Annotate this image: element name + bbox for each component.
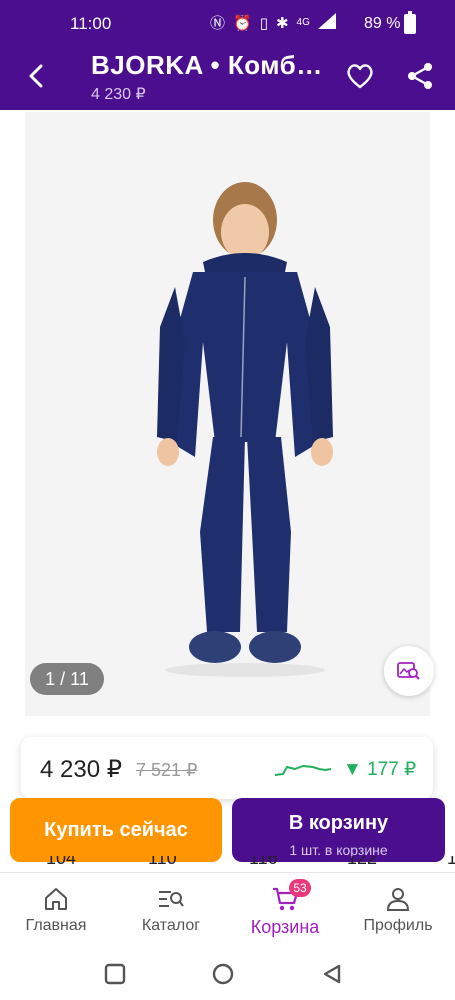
kid-in-jumpsuit-photo	[25, 112, 430, 716]
recents-icon	[104, 963, 126, 985]
nav-cart-label: Корзина	[250, 917, 320, 937]
product-image[interactable]	[25, 112, 430, 716]
system-navigation	[0, 948, 455, 1000]
size-chip[interactable]: 110	[148, 856, 177, 869]
back-button[interactable]	[18, 58, 54, 94]
recents-button[interactable]	[101, 960, 129, 988]
bottom-navigation: Главная Каталог 53 Корзина Профиль	[0, 872, 455, 948]
nfc-icon: Ⓝ	[210, 15, 226, 32]
price-card[interactable]: 4 230 ₽ 7 521 ₽ ▼ 177 ₽	[21, 737, 433, 799]
nav-home[interactable]: Главная	[16, 873, 96, 949]
home-circle-icon	[212, 963, 234, 985]
app-header: BJORKA • Комб… 4 230 ₽	[0, 44, 455, 110]
back-triangle-icon	[323, 964, 341, 984]
size-chip[interactable]: 116	[249, 856, 278, 869]
cart-badge: 53	[289, 879, 311, 897]
profile-icon	[386, 885, 410, 913]
image-search-icon	[397, 662, 420, 680]
old-price: 7 521 ₽	[136, 760, 198, 780]
buy-now-button[interactable]: Купить сейчас	[10, 798, 222, 862]
signal-icon	[317, 12, 336, 33]
home-icon	[43, 885, 69, 913]
share-button[interactable]	[402, 58, 438, 94]
visual-search-button[interactable]	[384, 646, 434, 696]
current-price: 4 230 ₽	[40, 756, 122, 783]
status-bar: 11:00 Ⓝ ⏰ ▯ ✱ 4G 89 %	[0, 0, 455, 44]
alarm-icon: ⏰	[233, 14, 252, 32]
cart-icon: 53	[271, 879, 311, 913]
bluetooth-icon: ✱	[275, 14, 289, 32]
add-to-cart-button[interactable]: В корзину 1 шт. в корзине	[232, 798, 445, 862]
add-to-cart-label: В корзину	[288, 812, 389, 834]
back-system-button[interactable]	[318, 960, 346, 988]
price-drop: ▼ 177 ₽	[343, 759, 417, 780]
nav-profile-label: Профиль	[363, 917, 433, 934]
image-counter: 1 / 11	[30, 663, 104, 695]
nav-cart[interactable]: 53 Корзина	[238, 873, 332, 949]
nav-home-label: Главная	[25, 917, 87, 934]
network-type: 4G	[296, 17, 310, 28]
catalog-search-icon	[157, 885, 185, 913]
favorite-button[interactable]	[342, 58, 378, 94]
nav-profile[interactable]: Профиль	[356, 873, 440, 949]
status-icons: Ⓝ ⏰ ▯ ✱ 4G	[210, 12, 336, 33]
nav-catalog-label: Каталог	[141, 917, 201, 934]
home-system-button[interactable]	[209, 960, 237, 988]
battery-percent: 89 %	[364, 15, 401, 32]
header-price: 4 230 ₽	[91, 86, 146, 103]
size-chip[interactable]: 1	[447, 856, 455, 869]
product-title: BJORKA • Комб…	[91, 50, 323, 80]
nav-catalog[interactable]: Каталог	[130, 873, 212, 949]
price-trend-chart	[274, 765, 332, 776]
share-icon	[408, 63, 432, 89]
status-time: 11:00	[70, 14, 112, 33]
size-chip[interactable]: 122	[347, 856, 377, 869]
vibrate-icon: ▯	[259, 14, 268, 32]
battery-icon	[404, 11, 416, 34]
arrow-back-icon	[29, 64, 43, 88]
size-chip[interactable]: 104	[46, 856, 76, 869]
heart-icon	[347, 64, 373, 89]
